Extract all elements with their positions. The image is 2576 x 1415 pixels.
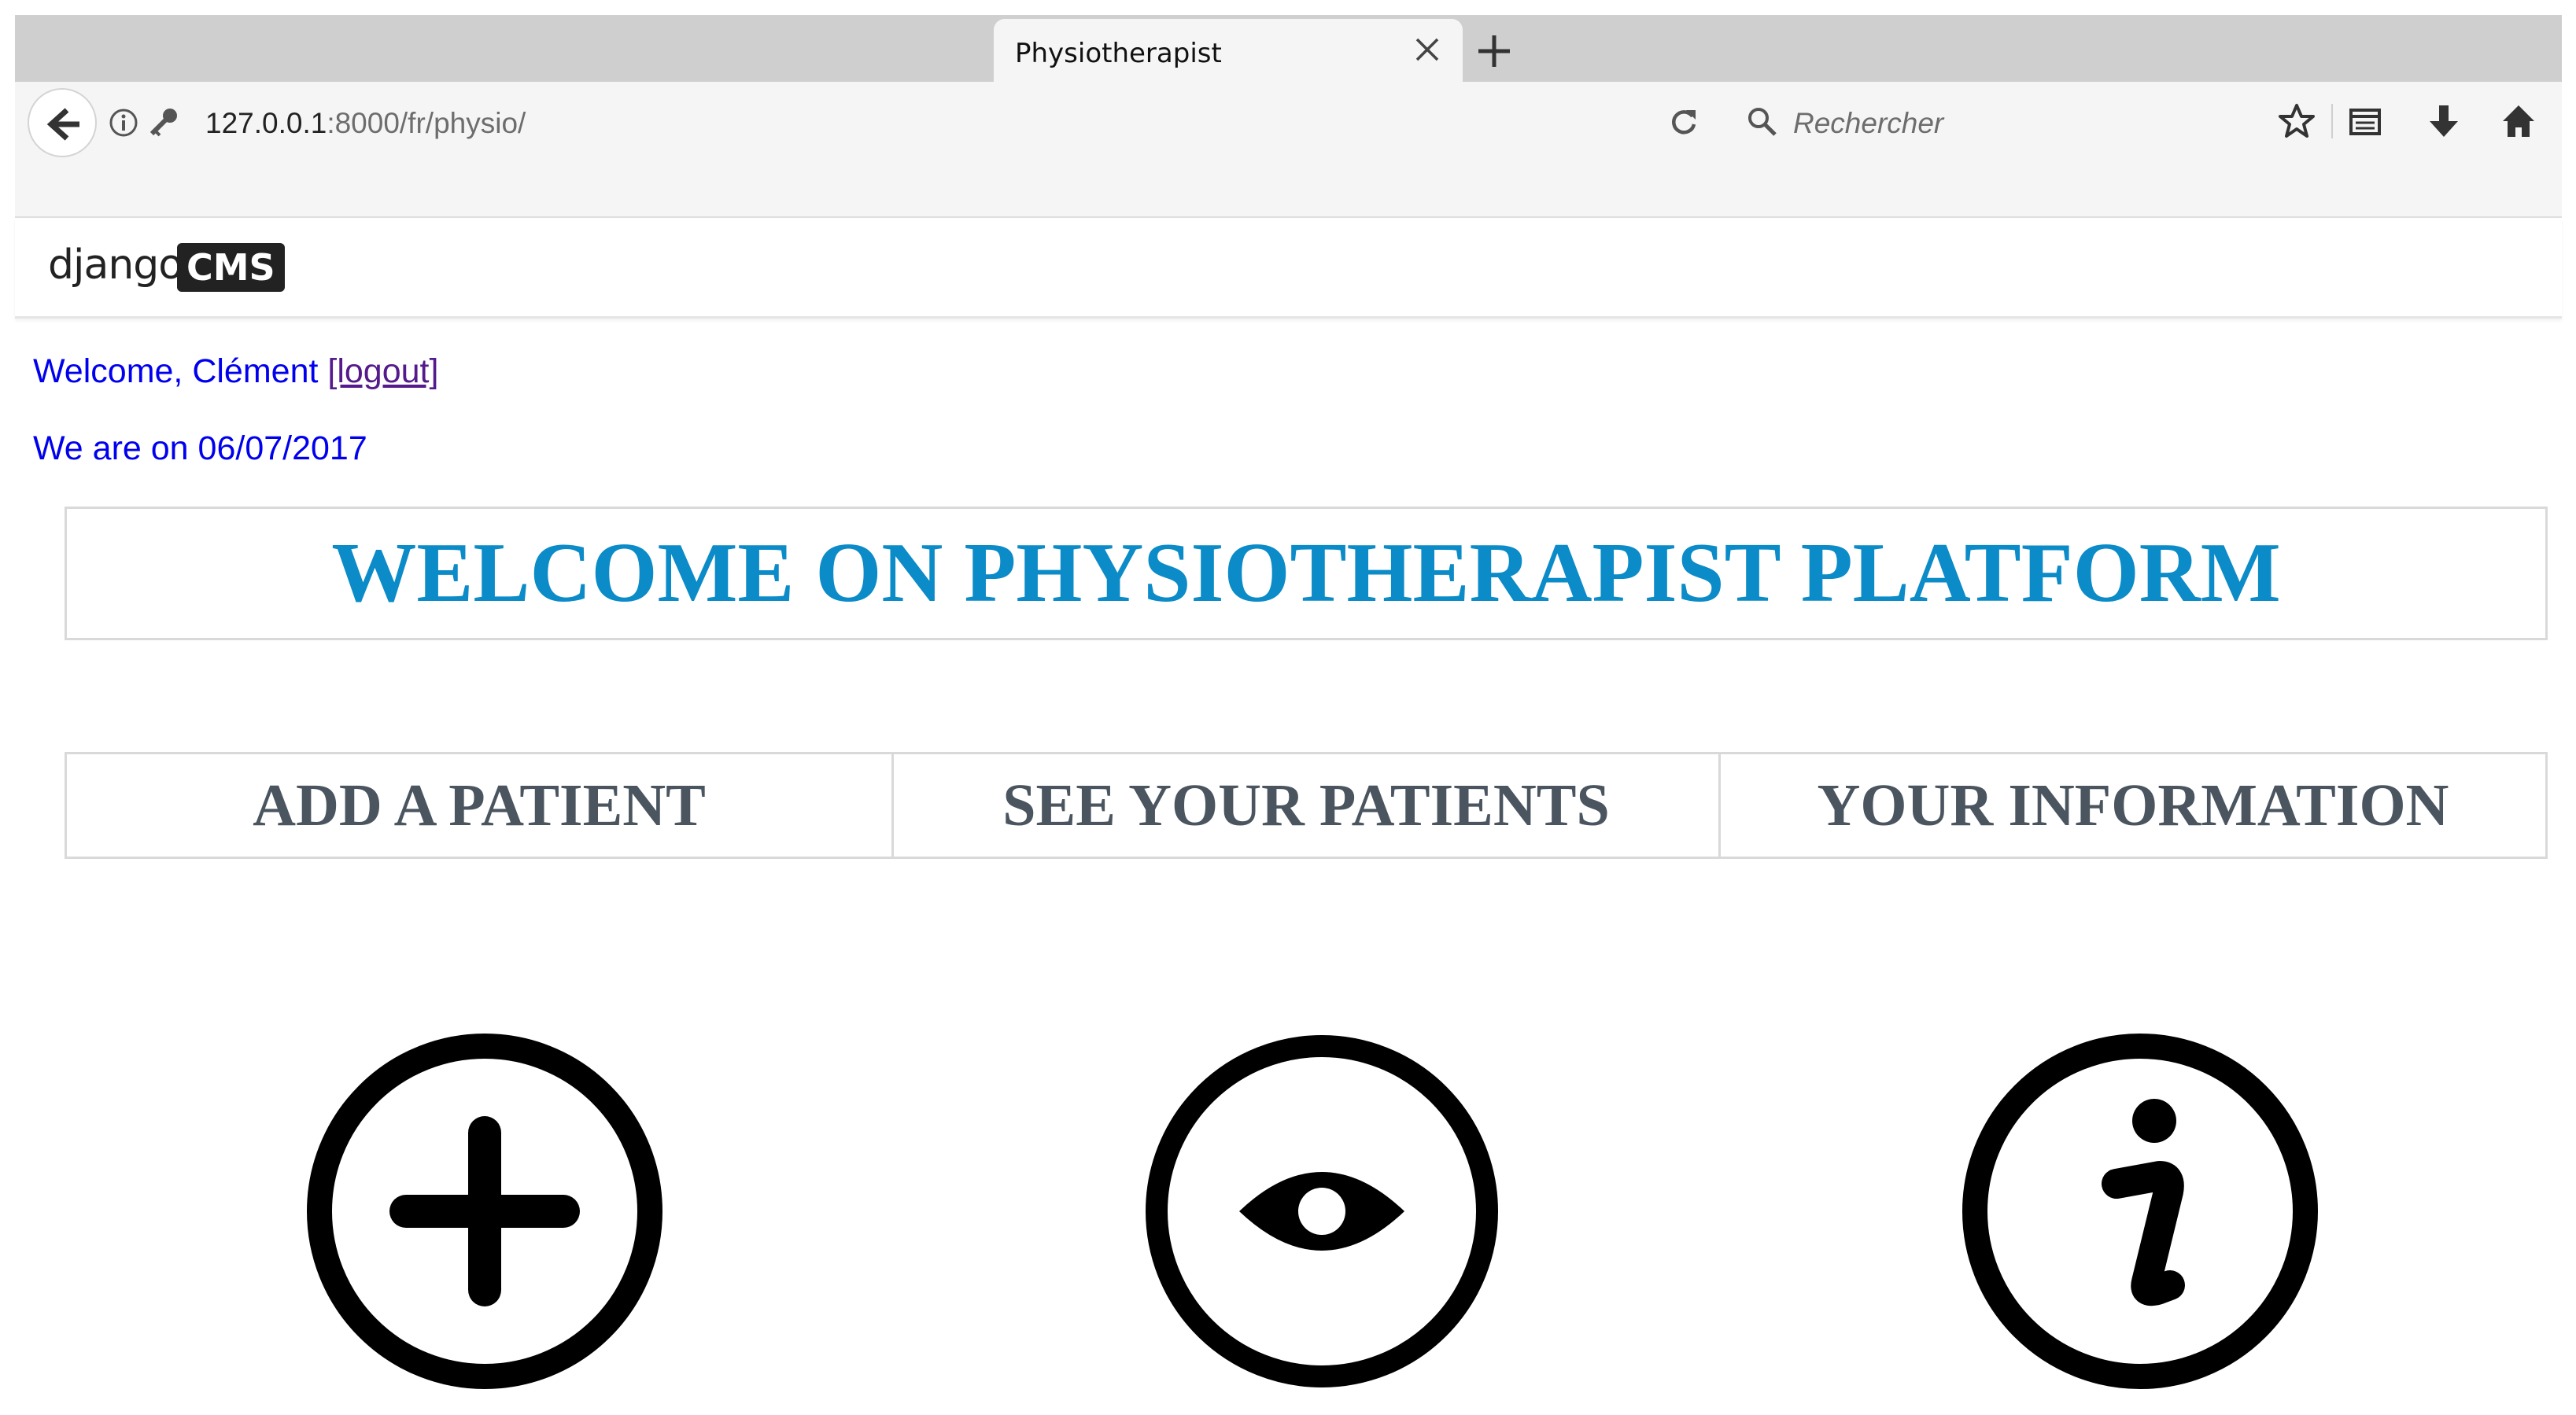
new-tab-icon[interactable] <box>1472 29 1516 73</box>
reload-icon[interactable] <box>1667 105 1700 138</box>
info-circle-icon[interactable] <box>1951 1023 2329 1400</box>
library-icon[interactable] <box>2348 104 2382 138</box>
home-icon[interactable] <box>2500 102 2537 140</box>
site-info-icon[interactable] <box>108 107 139 138</box>
date-message: We are on 06/07/2017 <box>33 429 367 467</box>
page-title: WELCOME ON PHYSIOTHERAPIST PLATFORM <box>331 526 2281 620</box>
url-path: :8000/fr/physio/ <box>327 107 526 139</box>
logout-link[interactable]: [logout] <box>327 352 438 390</box>
plus-circle-icon[interactable] <box>296 1023 674 1400</box>
eye-circle-icon[interactable] <box>1133 1023 1511 1400</box>
menu-see-patients[interactable]: SEE YOUR PATIENTS <box>894 754 1721 857</box>
search-input[interactable]: Rechercher <box>1793 107 1943 140</box>
toolbar-separator <box>2331 104 2333 138</box>
menu-add-patient[interactable]: ADD A PATIENT <box>67 754 894 857</box>
django-logo-text[interactable]: django <box>48 241 183 289</box>
browser-navbar: 127.0.0.1:8000/fr/physio/ Rechercher <box>15 82 2562 218</box>
bookmark-star-icon[interactable] <box>2278 102 2316 140</box>
welcome-text: Welcome, Clément <box>33 352 328 390</box>
back-button[interactable] <box>28 88 97 157</box>
url-bar[interactable]: 127.0.0.1:8000/fr/physio/ <box>205 107 526 140</box>
main-menu: ADD A PATIENT SEE YOUR PATIENTS YOUR INF… <box>65 752 2548 859</box>
close-tab-icon[interactable] <box>1411 33 1444 66</box>
welcome-message: Welcome, Clément [logout] <box>33 352 438 391</box>
key-icon[interactable] <box>147 105 180 138</box>
tab-title: Physiotherapist <box>1015 38 1222 69</box>
menu-your-information[interactable]: YOUR INFORMATION <box>1721 754 2545 857</box>
page-banner: WELCOME ON PHYSIOTHERAPIST PLATFORM <box>65 507 2548 640</box>
cms-toolbar: django CMS <box>15 218 2562 319</box>
browser-tab[interactable]: Physiotherapist <box>994 19 1463 82</box>
cms-logo-badge[interactable]: CMS <box>177 243 285 292</box>
back-arrow-icon <box>46 108 79 141</box>
browser-tab-strip: Physiotherapist <box>15 15 2562 82</box>
download-icon[interactable] <box>2426 102 2462 140</box>
url-host: 127.0.0.1 <box>205 107 327 139</box>
search-icon <box>1748 108 1777 136</box>
